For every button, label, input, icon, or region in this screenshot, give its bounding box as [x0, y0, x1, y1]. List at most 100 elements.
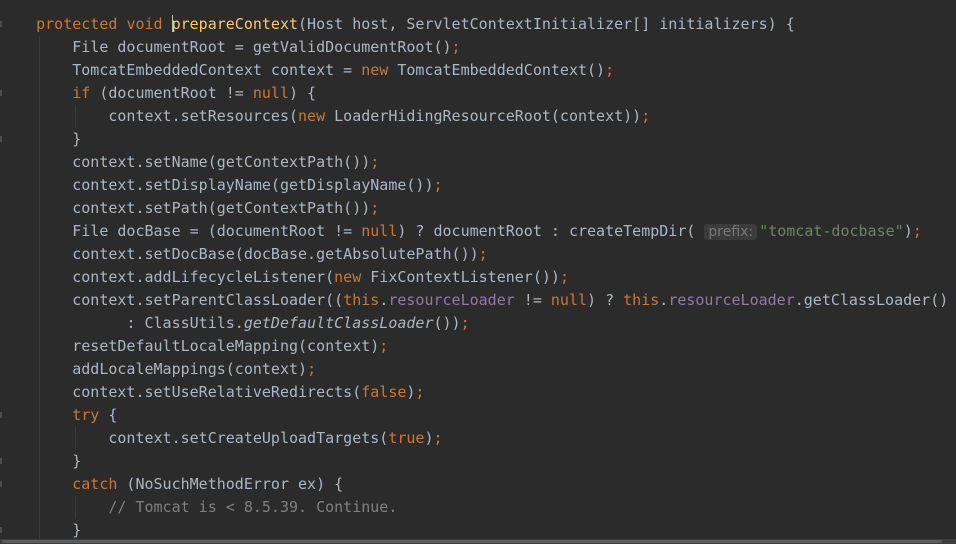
code-line[interactable]: protected void prepareContext(Host host,…	[0, 13, 956, 36]
code-token: void	[126, 15, 163, 33]
code-token: this	[623, 291, 660, 309]
code-line[interactable]: : ClassUtils.getDefaultClassLoader());	[0, 312, 956, 335]
code-line[interactable]: context.setCreateUploadTargets(true);	[0, 427, 956, 450]
code-token: context.setParentClassLoader((	[72, 291, 344, 309]
code-line[interactable]: // Tomcat is < 8.5.39. Continue.	[0, 496, 956, 519]
code-token: TomcatEmbeddedContext()	[388, 61, 606, 79]
indent-guide	[39, 496, 40, 519]
code-token: {	[99, 406, 118, 424]
code-line[interactable]: TomcatEmbeddedContext context = new Tomc…	[0, 59, 956, 82]
scrollbar-thumb[interactable]	[2, 540, 942, 543]
indent-guide	[39, 312, 40, 335]
code-editor[interactable]: protected void prepareContext(Host host,…	[0, 0, 956, 544]
code-line[interactable]: context.setDocBase(docBase.getAbsolutePa…	[0, 243, 956, 266]
code-token: ;	[641, 107, 651, 125]
code-token: ;	[370, 153, 380, 171]
code-token: ())	[433, 314, 461, 332]
code-token: !=	[514, 291, 551, 309]
code-line[interactable]: }	[0, 450, 956, 473]
code-token: resetDefaultLocaleMapping(context)	[72, 337, 380, 355]
code-token: ;	[415, 383, 425, 401]
code-token: catch	[72, 475, 118, 493]
indent-guide	[39, 36, 40, 59]
code-line[interactable]: catch (NoSuchMethodError ex) {	[0, 473, 956, 496]
code-token: context.setUseRelativeRedirects(	[72, 383, 362, 401]
code-line[interactable]: context.setName(getContextPath());	[0, 151, 956, 174]
indent-guide	[39, 358, 40, 381]
code-token: .	[659, 291, 669, 309]
code-token: ;	[605, 61, 615, 79]
code-token: protected	[36, 15, 118, 33]
code-token: File docBase = (documentRoot !=	[72, 222, 362, 240]
indent-guide	[39, 404, 40, 427]
code-token: context.setCreateUploadTargets(	[108, 429, 389, 447]
code-token: (Host host, ServletContextInitializer[] …	[298, 15, 795, 33]
code-line[interactable]: context.setResources(new LoaderHidingRes…	[0, 105, 956, 128]
code-token: false	[361, 383, 407, 401]
code-token: ;	[307, 360, 317, 378]
code-token: new	[334, 268, 362, 286]
code-token: FixContextListener())	[361, 268, 560, 286]
code-token: File documentRoot = getValidDocumentRoot…	[72, 38, 452, 56]
code-token: // Tomcat is < 8.5.39. Continue.	[108, 498, 398, 516]
code-token: if	[72, 84, 91, 102]
code-line[interactable]: addLocaleMappings(context);	[0, 358, 956, 381]
code-token: .getClassLoader()	[794, 291, 949, 309]
indent-guide	[39, 59, 40, 82]
code-token: }	[72, 452, 82, 470]
horizontal-scrollbar[interactable]	[0, 539, 956, 544]
code-line[interactable]: context.addLifecycleListener(new FixCont…	[0, 266, 956, 289]
code-line[interactable]: context.setParentClassLoader((this.resou…	[0, 289, 956, 312]
code-token: LoaderHidingResourceRoot(context))	[325, 107, 642, 125]
code-line[interactable]: if (documentRoot != null) {	[0, 82, 956, 105]
code-area[interactable]: protected void prepareContext(Host host,…	[0, 13, 956, 542]
code-line[interactable]: File documentRoot = getValidDocumentRoot…	[0, 36, 956, 59]
indent-guide	[39, 335, 40, 358]
code-token: this	[343, 291, 380, 309]
code-token: ;	[559, 268, 569, 286]
code-line[interactable]: context.setPath(getContextPath());	[0, 197, 956, 220]
code-line[interactable]: File docBase = (documentRoot != null) ? …	[0, 220, 956, 243]
code-token: ;	[433, 429, 443, 447]
code-token: TomcatEmbeddedContext context =	[72, 61, 362, 79]
code-line[interactable]: try {	[0, 404, 956, 427]
indent-guide	[75, 496, 76, 519]
indent-guide	[39, 427, 40, 450]
code-token: resourceLoader	[388, 291, 515, 309]
code-token: .	[379, 291, 389, 309]
code-token: context.setResources(	[108, 107, 299, 125]
code-token: new	[298, 107, 326, 125]
code-line[interactable]: resetDefaultLocaleMapping(context);	[0, 335, 956, 358]
code-token: ;	[912, 222, 922, 240]
code-line[interactable]: }	[0, 128, 956, 151]
code-line[interactable]: context.setUseRelativeRedirects(false);	[0, 381, 956, 404]
code-token: context.setDisplayName(getDisplayName())	[72, 176, 434, 194]
indent-guide	[39, 289, 40, 312]
indent-guide	[39, 174, 40, 197]
code-token: }	[72, 521, 82, 539]
code-token: : ClassUtils.	[126, 314, 244, 332]
code-token: null	[252, 84, 289, 102]
indent-guide	[39, 128, 40, 151]
code-token: context.addLifecycleListener(	[72, 268, 335, 286]
indent-guide	[39, 266, 40, 289]
code-line[interactable]: context.setDisplayName(getDisplayName())…	[0, 174, 956, 197]
indent-guide	[39, 450, 40, 473]
code-token: true	[388, 429, 425, 447]
indent-guide	[39, 151, 40, 174]
code-token: context.setDocBase(docBase.getAbsolutePa…	[72, 245, 479, 263]
